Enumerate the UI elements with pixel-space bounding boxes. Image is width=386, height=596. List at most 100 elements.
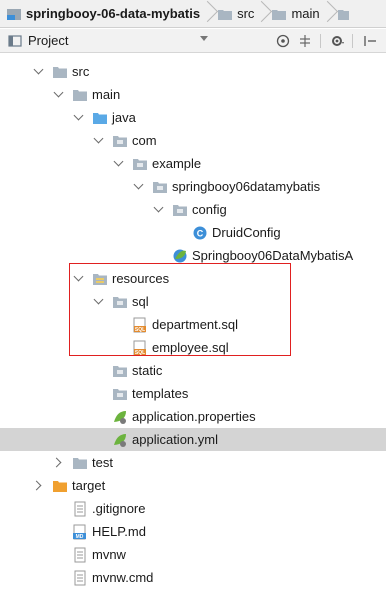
chevron-down-icon[interactable] [53,83,65,106]
tree-row[interactable]: java [0,106,386,129]
project-toolbar: Project [0,29,386,53]
scroll-from-source-icon[interactable] [275,33,291,49]
tree-row-label: target [72,478,106,493]
tree-row[interactable]: test [0,451,386,474]
text-file-icon [74,501,86,517]
tree-row[interactable]: resources [0,267,386,290]
tree-row[interactable]: SQL employee.sql [0,336,386,359]
svg-text:C: C [197,229,204,239]
tree-row-label: .gitignore [92,501,146,516]
folder-icon[interactable] [337,6,349,22]
svg-text:MD: MD [76,534,84,540]
tree-row-label: DruidConfig [212,225,281,240]
text-file-icon [74,547,86,563]
chevron-right-icon [324,0,333,27]
chevron-down-icon[interactable] [153,198,165,221]
tree-row-label: department.sql [152,317,238,332]
package-folder-icon [113,297,127,308]
toolbar-divider [320,34,321,48]
tree-row[interactable]: target [0,474,386,497]
chevron-down-icon[interactable] [93,290,105,313]
tree-row[interactable]: config [0,198,386,221]
tree-row[interactable]: springbooy06datamybatis [0,175,386,198]
tree-row[interactable]: C DruidConfig [0,221,386,244]
folder-icon [73,458,87,469]
tree-row[interactable]: .gitignore [0,497,386,520]
spring-config-icon [114,434,126,447]
tree-row-label: static [132,363,163,378]
spring-config-icon [114,411,126,424]
package-folder-icon [113,389,127,400]
tree-row[interactable]: static [0,359,386,382]
tree-row-label: templates [132,386,189,401]
tree-row-label: resources [112,271,170,286]
package-folder-icon [133,159,147,170]
tree-row[interactable]: templates [0,382,386,405]
folder-icon [272,9,287,20]
excluded-folder-icon [53,481,67,492]
tree-row-label: main [92,87,121,102]
tree-row-label: test [92,455,113,470]
breadcrumb-item-main[interactable]: main [271,6,320,22]
hide-panel-icon[interactable] [362,33,378,49]
tree-row[interactable]: main [0,83,386,106]
breadcrumb: springbooy-06-data-mybatis src main [0,0,386,28]
chevron-right-icon[interactable] [53,451,65,474]
tree-row-label: Springbooy06DataMybatisA [192,248,354,263]
tree-row[interactable]: application.yml [0,428,386,451]
project-tree: src main java com example springbooy06datamyb… [0,60,386,589]
breadcrumb-label: src [237,6,255,21]
spring-boot-class-icon [173,249,187,263]
source-folder-icon [93,113,107,124]
chevron-down-icon[interactable] [113,152,125,175]
breadcrumb-label: springbooy-06-data-mybatis [26,6,201,21]
breadcrumb-label: main [291,6,320,21]
chevron-right-icon [258,0,267,27]
tree-row-label: mvnw.cmd [92,570,154,585]
breadcrumb-item-src[interactable]: src [217,6,254,22]
project-view-label[interactable]: Project [28,33,68,48]
tree-row-label: sql [132,294,149,309]
text-file-icon [74,570,86,586]
java-class-icon: C [193,226,207,240]
chevron-right-icon[interactable] [33,474,45,497]
chevron-down-icon[interactable] [33,60,45,83]
folder-icon [218,9,233,20]
tree-row[interactable]: src [0,60,386,83]
tree-row[interactable]: mvnw [0,543,386,566]
chevron-down-icon[interactable] [73,267,85,290]
tree-row[interactable]: sql [0,290,386,313]
tree-row-label: config [192,202,227,217]
tree-row[interactable]: mvnw.cmd [0,566,386,589]
gear-icon[interactable] [330,33,346,49]
tree-row-label: example [152,156,202,171]
sql-file-icon: SQL [133,340,146,356]
tree-row[interactable]: Springbooy06DataMybatisA [0,244,386,267]
tree-row[interactable]: application.properties [0,405,386,428]
breadcrumb-item-project[interactable]: springbooy-06-data-mybatis [6,6,200,22]
svg-text:SQL: SQL [135,327,145,333]
tree-row[interactable]: com [0,129,386,152]
markdown-file-icon: MD [73,524,86,540]
package-folder-icon [113,136,127,147]
tree-row-label: src [72,64,90,79]
tree-row-label: HELP.md [92,524,146,539]
tree-row[interactable]: example [0,152,386,175]
package-folder-icon [173,205,187,216]
folder-icon [53,67,67,78]
package-folder-icon [153,182,167,193]
toolbar-divider [352,34,353,48]
chevron-down-icon[interactable] [93,129,105,152]
tree-row-label: springbooy06datamybatis [172,179,321,194]
tree-row[interactable]: MD HELP.md [0,520,386,543]
tree-row-label: mvnw [92,547,126,562]
chevron-down-icon[interactable] [133,175,145,198]
chevron-down-icon[interactable] [73,106,85,129]
package-folder-icon [113,366,127,377]
project-view-icon [8,34,22,47]
resources-folder-icon [93,274,107,285]
tree-row[interactable]: SQL department.sql [0,313,386,336]
tree-row-label: employee.sql [152,340,229,355]
chevron-down-icon[interactable] [200,36,208,41]
collapse-all-icon[interactable] [297,33,313,49]
